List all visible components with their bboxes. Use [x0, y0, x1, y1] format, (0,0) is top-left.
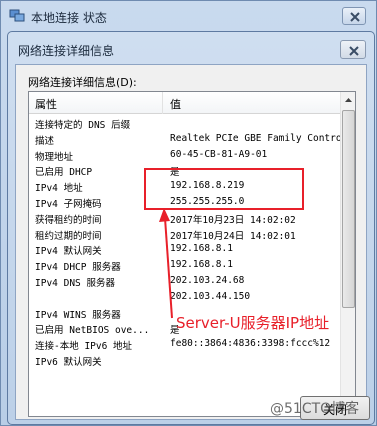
annotation-label: Server-U服务器IP地址 — [176, 314, 330, 332]
watermark: @51CTO博客 — [270, 401, 360, 417]
annotation-arrow — [159, 208, 173, 319]
